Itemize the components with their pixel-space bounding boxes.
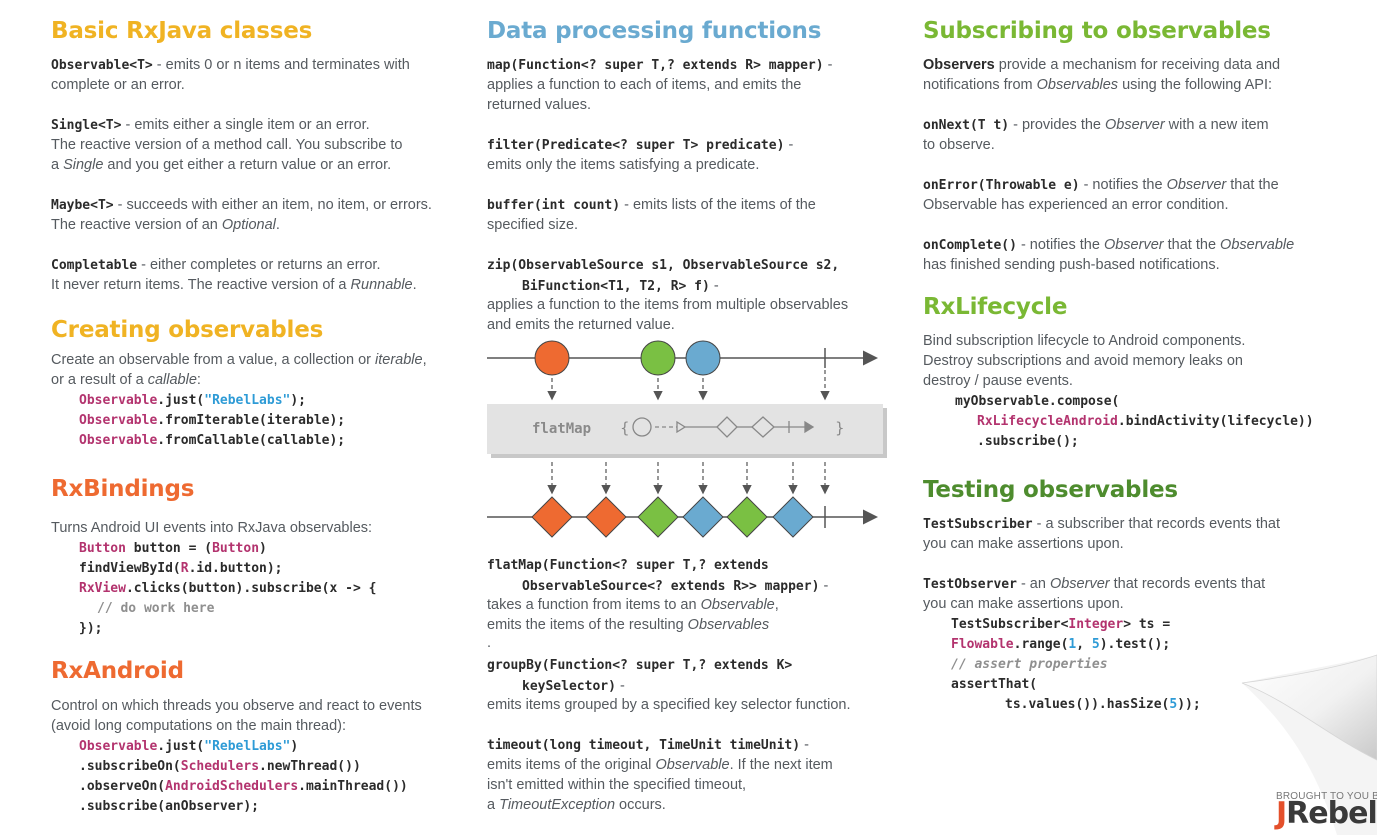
code-comment: // do work here [97, 601, 215, 616]
flatmap-desc-2: emits the items of the resulting Observa… [487, 617, 770, 633]
zip-signature-2: BiFunction<T1, T2, R> f) - [522, 278, 719, 294]
code-line: myObservable.compose( [955, 394, 1120, 409]
buffer-signature: buffer(int count) - emits lists of the i… [487, 197, 816, 213]
code-line: .subscribeOn(Schedulers.newThread()) [79, 759, 361, 774]
code-line: Observable.just("RebelLabs"); [79, 393, 306, 408]
completable-desc-2: It never return items. The reactive vers… [51, 277, 417, 293]
timeout-signature: timeout(long timeout, TimeUnit timeUnit)… [487, 737, 809, 753]
code-line: ts.values()).hasSize(5)); [1005, 697, 1201, 712]
svg-text:{: { [620, 419, 630, 437]
svg-text:}: } [835, 419, 845, 437]
operator-label: flatMap [532, 421, 591, 437]
code-line: Observable.fromIterable(iterable); [79, 413, 346, 428]
code-comment: // assert properties [951, 657, 1108, 672]
code-line: RxView.clicks(button).subscribe(x -> { [79, 581, 377, 596]
section-title-data-processing: Data processing functions [487, 18, 822, 44]
flatmap-signature: flatMap(Function<? super T,? extends [487, 558, 769, 573]
buffer-desc: specified size. [487, 217, 579, 233]
testsubscriber-desc-2: you can make assertions upon. [923, 536, 1124, 552]
timeout-desc: emits items of the original Observable. … [487, 757, 833, 773]
section-title-basic-classes: Basic RxJava classes [51, 18, 313, 44]
diamond-green [637, 496, 679, 538]
testsubscriber-desc: TestSubscriber - a subscriber that recor… [923, 516, 1280, 532]
timeout-desc-3: a TimeoutException occurs. [487, 797, 666, 813]
creating-desc-2: or a result of a callable: [51, 372, 201, 388]
map-signature: map(Function<? super T,? extends R> mapp… [487, 57, 833, 73]
section-title-testing: Testing observables [923, 477, 1178, 503]
code-line: Flowable.range(1, 5).test(); [951, 637, 1171, 652]
flatmap-desc: takes a function from items to an Observ… [487, 597, 779, 613]
filter-signature: filter(Predicate<? super T> predicate) - [487, 137, 794, 153]
flatmap-marble-diagram: flatMap { } [487, 340, 887, 538]
onerror-desc-2: Observable has experienced an error cond… [923, 197, 1229, 213]
rxlifecycle-desc: Bind subscription lifecycle to Android c… [923, 333, 1246, 349]
creating-desc: Create an observable from a value, a col… [51, 352, 427, 368]
flatmap-signature-2: ObservableSource<? extends R>> mapper) - [522, 578, 829, 594]
diamond-green [726, 496, 768, 538]
flatmap-desc-3: . [487, 635, 492, 651]
map-desc-2: returned values. [487, 97, 591, 113]
section-title-creating: Creating observables [51, 317, 324, 343]
code-line: Observable.fromCallable(callable); [79, 433, 346, 448]
code-line: .subscribe(anObserver); [79, 799, 260, 814]
code-line: Observable.just("RebelLabs") [79, 739, 299, 754]
rxbindings-desc: Turns Android UI events into RxJava obse… [51, 520, 373, 536]
filter-desc: emits only the items satisfying a predic… [487, 157, 760, 173]
code-line: }); [79, 621, 103, 636]
section-title-subscribing: Subscribing to observables [923, 18, 1271, 44]
zip-desc-2: and emits the returned value. [487, 317, 675, 333]
diamond-orange [531, 496, 573, 538]
code-line: .observeOn(AndroidSchedulers.mainThread(… [79, 779, 408, 794]
zip-desc: applies a function to the items from mul… [487, 297, 849, 313]
timeout-desc-2: isn't emitted within the specified timeo… [487, 777, 747, 793]
jrebel-logo: JRebel [1276, 796, 1377, 831]
code-line: TestSubscriber<Integer> ts = [951, 617, 1171, 632]
single-desc: Single<T> - emits either a single item o… [51, 117, 370, 133]
groupby-signature: groupBy(Function<? super T,? extends K> [487, 658, 793, 673]
onerror-desc: onError(Throwable e) - notifies the Obse… [923, 177, 1279, 193]
subscribing-desc: Observers provide a mechanism for receiv… [923, 57, 1281, 73]
single-desc-3: a Single and you get either a return val… [51, 157, 392, 173]
groupby-desc: emits items grouped by a specified key s… [487, 697, 851, 713]
code-line: assertThat( [951, 677, 1038, 692]
section-title-rxlifecycle: RxLifecycle [923, 294, 1068, 320]
marble-orange [534, 340, 570, 376]
rxlifecycle-desc-3: destroy / pause events. [923, 373, 1073, 389]
testobserver-desc-2: you can make assertions upon. [923, 596, 1124, 612]
rxlifecycle-desc-2: Destroy subscriptions and avoid memory l… [923, 353, 1243, 369]
subscribing-desc-2: notifications from Observables using the… [923, 77, 1273, 93]
maybe-desc-2: The reactive version of an Optional. [51, 217, 280, 233]
onnext-desc: onNext(T t) - provides the Observer with… [923, 117, 1269, 133]
diamond-blue [772, 496, 814, 538]
marble-blue [685, 340, 721, 376]
rxandroid-desc: Control on which threads you observe and… [51, 698, 422, 714]
code-line: Button button = (Button) [79, 541, 267, 556]
code-line: .subscribe(); [977, 434, 1079, 449]
marble-green [640, 340, 676, 376]
code-line: findViewById(R.id.button); [79, 561, 283, 576]
section-title-rxbindings: RxBindings [51, 476, 195, 502]
rxandroid-desc-2: (avoid long computations on the main thr… [51, 718, 347, 734]
groupby-signature-2: keySelector) - [522, 678, 625, 694]
zip-signature: zip(ObservableSource s1, ObservableSourc… [487, 258, 840, 273]
map-desc: applies a function to each of items, and… [487, 77, 802, 93]
diamond-blue [682, 496, 724, 538]
section-title-rxandroid: RxAndroid [51, 658, 184, 684]
diamond-orange [585, 496, 627, 538]
completable-desc: Completable - either completes or return… [51, 257, 381, 273]
maybe-desc: Maybe<T> - succeeds with either an item,… [51, 197, 432, 213]
code-line: RxLifecycleAndroid.bindActivity(lifecycl… [977, 414, 1314, 429]
oncomplete-desc: onComplete() - notifies the Observer tha… [923, 237, 1295, 253]
single-desc-2: The reactive version of a method call. Y… [51, 137, 403, 153]
testobserver-desc: TestObserver - an Observer that records … [923, 576, 1266, 592]
oncomplete-desc-2: has finished sending push-based notifica… [923, 257, 1220, 273]
onnext-desc-2: to observe. [923, 137, 995, 153]
observable-desc: Observable<T> - emits 0 or n items and t… [51, 57, 410, 73]
observable-desc-2: complete or an error. [51, 77, 185, 93]
